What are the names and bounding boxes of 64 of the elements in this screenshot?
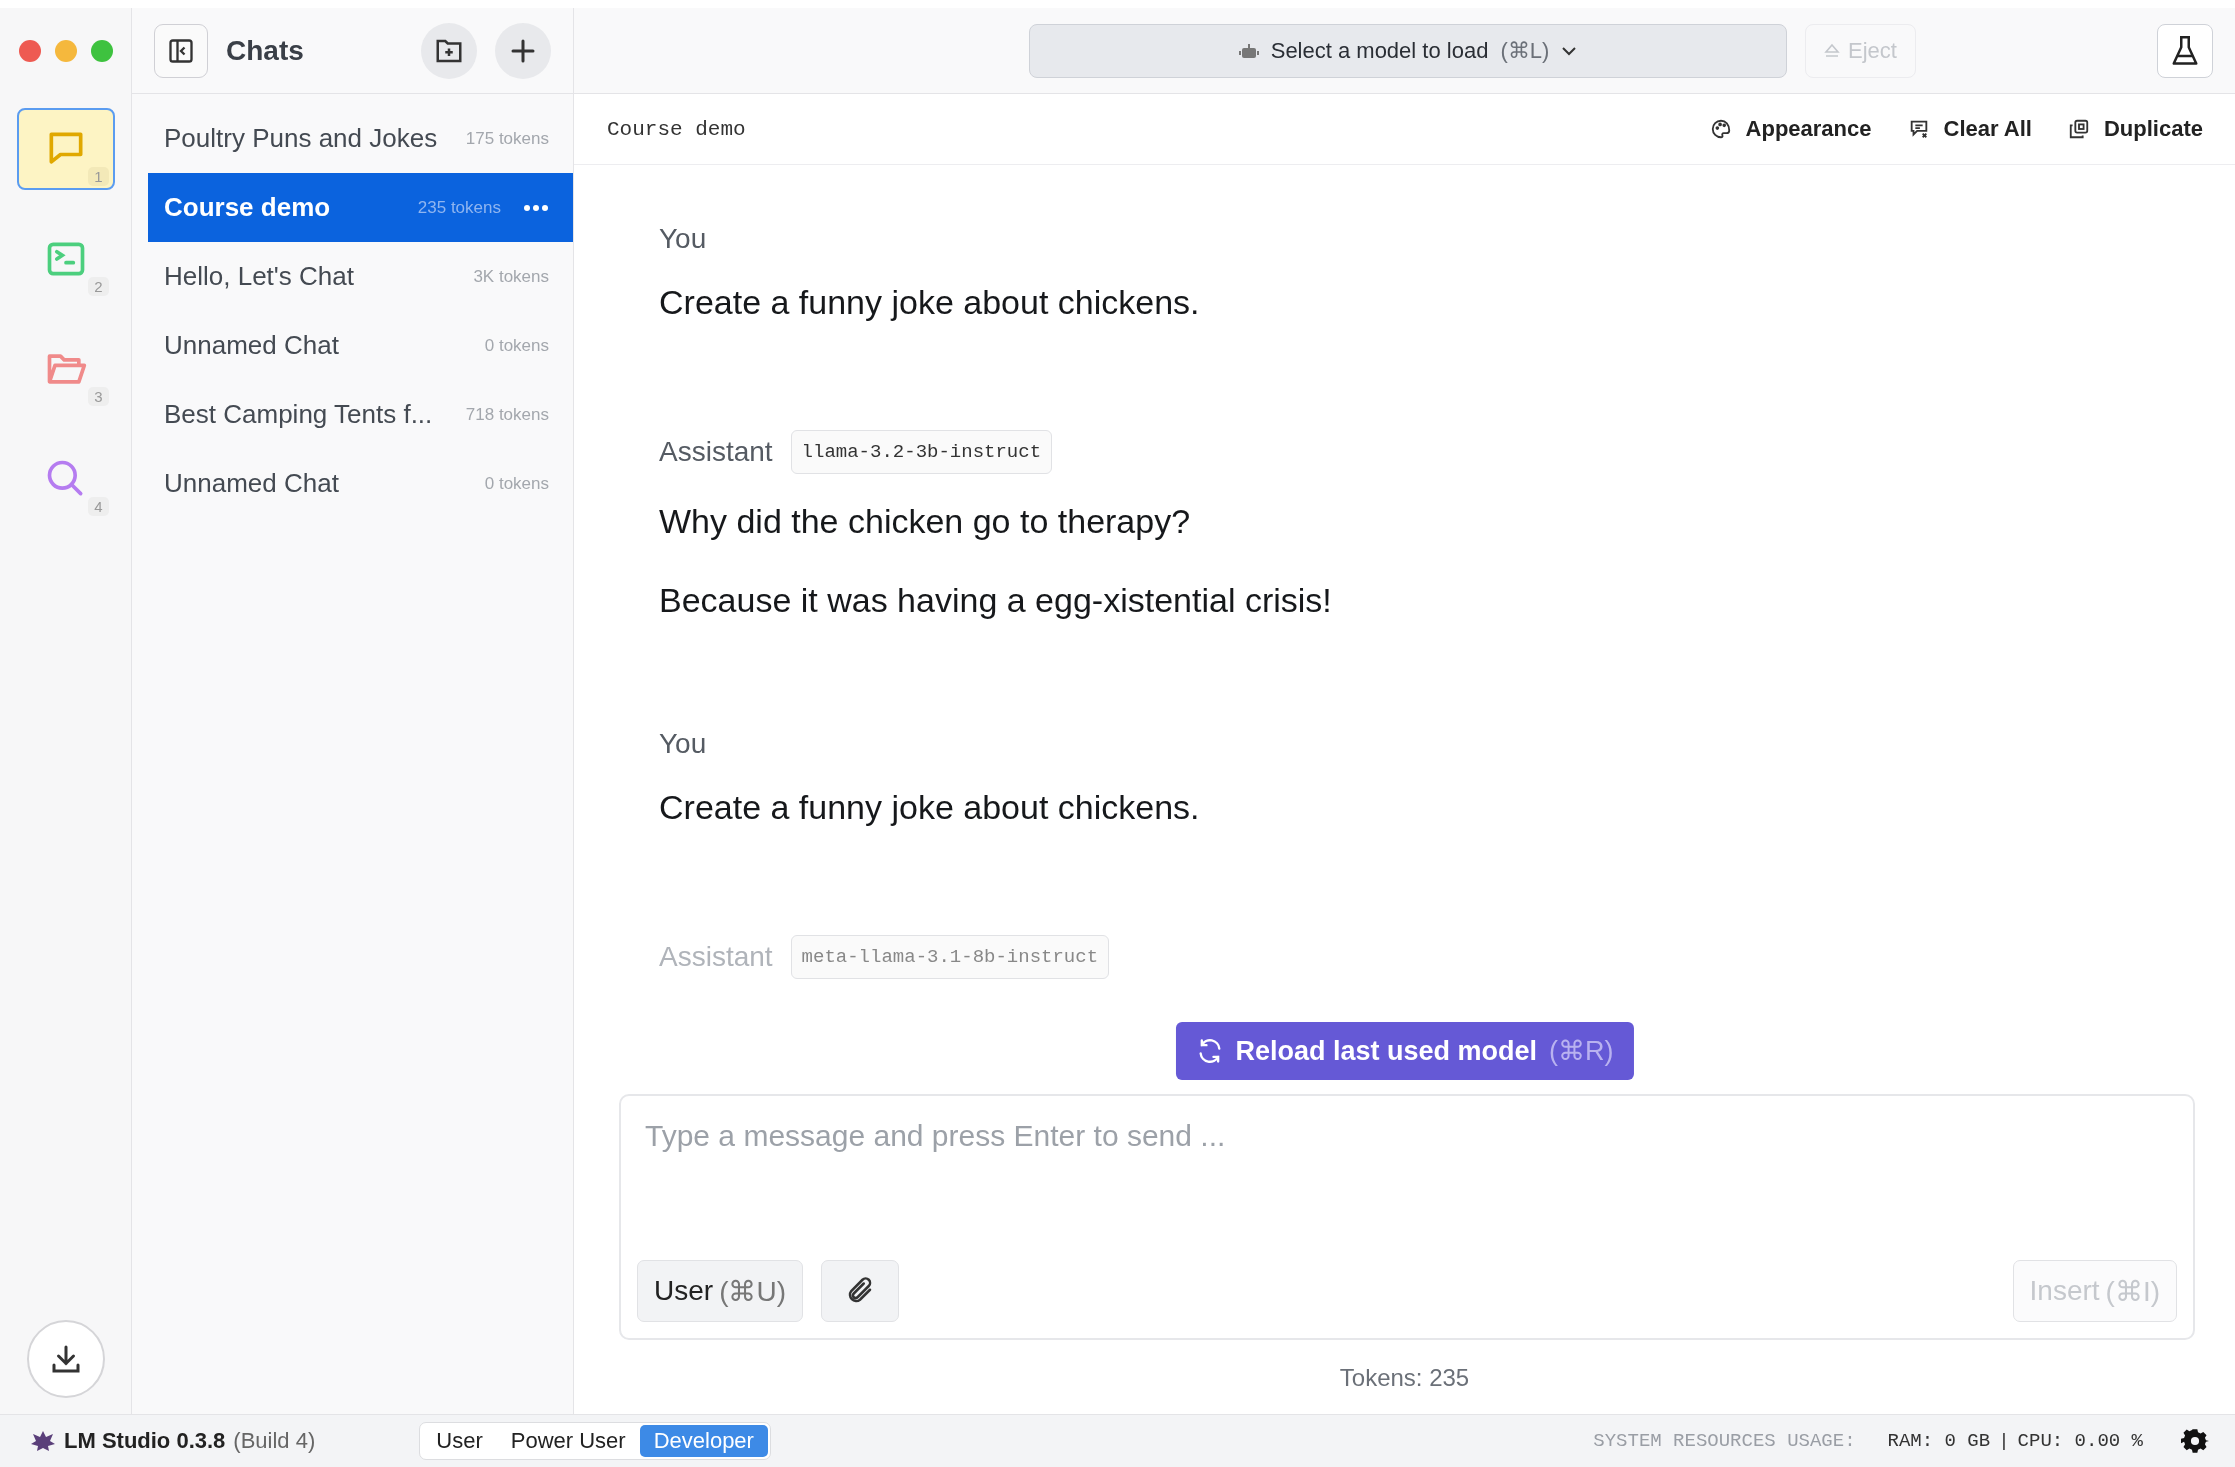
chat-title: Hello, Let's Chat — [164, 261, 355, 292]
shortcut-badge: 3 — [88, 387, 109, 406]
chat-title: Unnamed Chat — [164, 468, 340, 499]
mode-tab[interactable]: Power User — [496, 1425, 640, 1457]
mode-tab[interactable]: User — [422, 1425, 497, 1457]
chat-title: Unnamed Chat — [164, 330, 340, 361]
duplicate-icon — [2067, 118, 2090, 140]
chat-list-item[interactable]: Best Camping Tents f... 718 tokens — [148, 380, 573, 449]
settings-icon[interactable] — [2181, 1427, 2209, 1455]
toggle-sidebar-button[interactable] — [154, 23, 208, 78]
chat-title: Best Camping Tents f... — [164, 399, 434, 430]
message-text: Because it was having a egg-xistential crisis! — [659, 581, 1333, 620]
app-version: LM Studio 0.3.8 — [64, 1428, 226, 1454]
sidebar-icon — [167, 36, 195, 65]
token-count: 3K tokens — [473, 266, 549, 287]
token-total: Tokens: 235 — [1339, 1364, 1470, 1391]
mode-tab[interactable]: Developer — [639, 1425, 768, 1457]
chat-title: Course demo — [607, 117, 747, 141]
more-options-icon[interactable] — [523, 203, 549, 212]
model-tag: meta-llama-3.1-8b-instruct — [790, 935, 1110, 979]
separator: | — [1998, 1430, 2010, 1452]
header-action-button[interactable]: Clear All — [1907, 116, 2032, 142]
chat-list-item[interactable]: Course demo 235 tokens — [148, 173, 573, 242]
palette-icon — [1709, 118, 1732, 140]
chat-list-item[interactable]: Unnamed Chat 0 tokens — [148, 311, 573, 380]
token-count: 0 tokens — [484, 473, 549, 494]
message-role: You — [659, 223, 707, 255]
attach-button[interactable] — [821, 1260, 899, 1322]
shortcut-badge: 1 — [88, 167, 109, 186]
token-count: 235 tokens — [417, 197, 501, 218]
sidebar-title: Chats — [226, 34, 305, 67]
close-window-button[interactable] — [18, 40, 41, 62]
token-count: 0 tokens — [484, 335, 549, 356]
header-action-button[interactable]: Appearance — [1709, 116, 1872, 142]
token-count: 175 tokens — [465, 128, 549, 149]
message-role: Assistant — [659, 436, 773, 468]
chevron-down-icon — [1561, 45, 1578, 56]
resources-label: SYSTEM RESOURCES USAGE: — [1593, 1430, 1856, 1452]
message-text: Create a funny joke about chickens. — [659, 283, 1201, 322]
chat-title: Course demo — [164, 192, 332, 223]
chat-list-item[interactable]: Hello, Let's Chat 3K tokens — [148, 242, 573, 311]
message-role: Assistant — [659, 941, 773, 973]
shortcut-badge: 2 — [88, 277, 109, 296]
robot-icon — [1238, 42, 1259, 59]
model-select-dropdown[interactable]: Select a model to load (⌘L) — [1029, 23, 1787, 78]
header-action-button[interactable]: Duplicate — [2067, 116, 2203, 142]
chat-title: Poultry Puns and Jokes — [164, 123, 439, 154]
message-text: Why did the chicken go to therapy? — [659, 502, 1192, 541]
role-button[interactable]: User (⌘U) — [637, 1260, 803, 1322]
reload-model-button[interactable]: Reload last used model (⌘R) — [1175, 1022, 1634, 1080]
flask-button[interactable] — [2157, 23, 2213, 78]
chat-list-item[interactable]: Poultry Puns and Jokes 175 tokens — [148, 104, 573, 173]
build-number: (Build 4) — [233, 1428, 316, 1454]
token-count: 718 tokens — [465, 404, 549, 425]
cpu-usage: CPU: 0.00 % — [2017, 1430, 2143, 1452]
flask-icon — [2170, 33, 2200, 68]
eject-icon — [1824, 42, 1840, 59]
app-logo-icon — [30, 1430, 56, 1452]
message-text: Create a funny joke about chickens. — [659, 788, 1201, 827]
ram-usage: RAM: 0 GB — [1887, 1430, 1991, 1452]
chat-list-item[interactable]: Unnamed Chat 0 tokens — [148, 449, 573, 518]
shortcut-badge: 4 — [88, 497, 109, 516]
message-role: You — [659, 728, 707, 760]
model-tag: llama-3.2-3b-instruct — [790, 430, 1053, 474]
